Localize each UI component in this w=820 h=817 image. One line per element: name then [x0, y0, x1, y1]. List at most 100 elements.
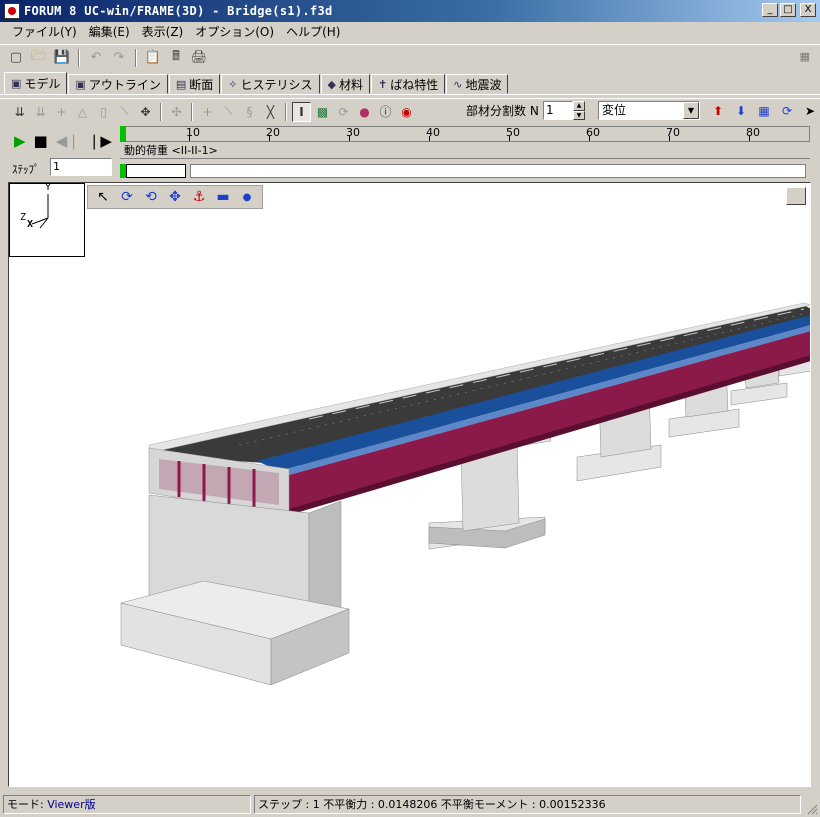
ruler-label: 30 [346, 126, 360, 139]
ruler-label: 10 [186, 126, 200, 139]
close-button[interactable]: X [800, 3, 816, 17]
progress-track [190, 164, 806, 178]
menu-edit[interactable]: 編集(E) [83, 23, 136, 40]
abutment [120, 494, 350, 686]
display-select[interactable]: 変位 ▼ [598, 101, 700, 120]
redo-icon[interactable]: ↷ [109, 48, 129, 68]
step-label: ｽﾃｯﾌﾟ [12, 163, 40, 176]
add-member-icon[interactable]: ⟍ [219, 102, 238, 122]
ruler-label: 80 [746, 126, 760, 139]
rotate-y-icon[interactable]: ⟲ [142, 189, 160, 205]
bridge-scene [120, 302, 810, 686]
pointer-icon[interactable]: ➤ [800, 101, 820, 121]
toolbar-menu-icon[interactable]: ▦ [800, 50, 810, 63]
section-view-icon[interactable]: I [292, 101, 311, 122]
status-bar: モード: Viewer版 ステップ : 1 不平衡力 : 0.0148206 不… [0, 792, 820, 817]
tab-outline[interactable]: ▣ アウトライン [68, 74, 168, 94]
load-case-label: 動的荷重 <II-II-1> [120, 143, 810, 159]
step-back-icon[interactable]: ◀❘ [56, 133, 80, 149]
spring-icon: ✝ [377, 77, 388, 91]
division-label: 部材分割数 N [466, 104, 539, 118]
menu-help[interactable]: ヘルプ(H) [280, 23, 346, 40]
pan-icon[interactable]: ✥ [166, 189, 184, 205]
tab-model[interactable]: ▣ モデル [4, 72, 68, 94]
timeline-marker[interactable] [120, 126, 126, 142]
record-icon[interactable]: ◉ [397, 102, 416, 122]
axis-y-label: Y [45, 182, 52, 193]
add-node-icon[interactable]: + [198, 102, 217, 122]
lock-icon[interactable]: ▯ [94, 102, 113, 122]
menu-options[interactable]: オプション(O) [189, 23, 280, 40]
menu-file[interactable]: ファイル(Y) [6, 23, 83, 40]
node-icon[interactable]: + [52, 102, 71, 122]
compare-icon[interactable]: ▦ [754, 101, 774, 121]
tab-strip: ▣ モデル ▣ アウトライン ▤ 断面 ✧ ヒステリシス ◆ 材料 ✝ ばね特性 ∿ 地震波 [4, 72, 509, 94]
new-file-icon[interactable]: ▢ [6, 48, 26, 68]
move-icon[interactable]: ✥ [136, 102, 155, 122]
ruler-label: 70 [666, 126, 680, 139]
undo-icon[interactable]: ↶ [86, 48, 106, 68]
member-icon[interactable]: ⟍ [115, 102, 134, 122]
toolbar-divider [285, 102, 287, 121]
result-tools: ⬆ ⬇ ▦ ⟳ ➤ [708, 101, 820, 121]
ruler-label: 20 [266, 126, 280, 139]
tab-spring[interactable]: ✝ ばね特性 [370, 74, 446, 94]
delete-member-icon[interactable]: ╳ [261, 102, 280, 122]
title-bar: FORUM 8 UC-win/FRAME(3D) - Bridge(s1).f3… [0, 0, 820, 22]
resize-grip-icon[interactable] [806, 803, 818, 815]
model-icon: ▣ [11, 77, 22, 90]
tab-section[interactable]: ▤ 断面 [168, 74, 221, 94]
ruler-label: 40 [426, 126, 440, 139]
section-icon: ▤ [175, 77, 187, 91]
rotate-x-icon[interactable]: ⟳ [118, 189, 136, 205]
material-icon: ◆ [327, 77, 336, 91]
tab-underline [0, 94, 820, 95]
spinner-down-icon[interactable]: ▼ [573, 110, 585, 120]
view-tools: ↖ ⟳ ⟲ ✥ ⚓ ▬ ● [87, 185, 263, 209]
tab-material[interactable]: ◆ 材料 [320, 74, 370, 94]
ruler-label: 50 [506, 126, 520, 139]
refresh-icon[interactable]: ⟳ [777, 101, 797, 121]
axis-x-label: X [27, 219, 34, 230]
mode-value: Viewer版 [47, 798, 96, 811]
color-icon[interactable]: ● [355, 102, 374, 122]
select-cursor-icon[interactable]: ↖ [94, 189, 112, 205]
tab-seismic-wave[interactable]: ∿ 地震波 [446, 74, 509, 94]
support-icon[interactable]: △ [73, 102, 92, 122]
print-preview-icon[interactable]: 🖨 [189, 48, 209, 68]
division-input[interactable]: 1 [543, 101, 573, 120]
view-options-icon[interactable] [786, 187, 806, 205]
export-up-icon[interactable]: ⬆ [708, 101, 728, 121]
open-folder-icon[interactable]: 🗁 [29, 48, 49, 68]
step-forward-icon[interactable]: ❘▶ [88, 133, 112, 149]
step-input[interactable]: 1 [50, 158, 112, 176]
fit-view-icon[interactable]: ▬ [214, 189, 232, 205]
3d-viewport[interactable]: Y Z X ↖ ⟳ ⟲ ✥ ⚓ ▬ ● [8, 182, 811, 787]
chevron-down-icon[interactable]: ▼ [683, 102, 699, 119]
spring-element-icon[interactable]: § [240, 102, 259, 122]
minimize-button[interactable]: _ [762, 3, 778, 17]
zoom-anchor-icon[interactable]: ⚓ [190, 189, 208, 205]
spring-node-icon[interactable]: ✣ [167, 102, 186, 122]
distributed-load-icon[interactable]: ⇊ [31, 102, 50, 122]
play-icon[interactable]: ▶ [14, 133, 26, 149]
report-icon[interactable]: 📋 [143, 48, 163, 68]
tab-hysteresis[interactable]: ✧ ヒステリシス [221, 74, 320, 94]
dot-icon[interactable]: ● [238, 192, 256, 203]
export-down-icon[interactable]: ⬇ [731, 101, 751, 121]
info-icon[interactable]: ⓘ [376, 102, 395, 122]
toolbar-divider [78, 48, 80, 67]
calculator-icon[interactable]: 🖩 [166, 48, 186, 68]
hysteresis-icon: ✧ [228, 77, 238, 91]
division-spinner[interactable]: ▲ ▼ [573, 101, 585, 120]
stop-icon[interactable]: ■ [34, 133, 48, 149]
menu-view[interactable]: 表示(Z) [136, 23, 190, 40]
timeline-ruler[interactable]: 10 20 30 40 50 60 70 80 [120, 126, 810, 142]
maximize-button[interactable]: □ [780, 3, 796, 17]
spinner-up-icon[interactable]: ▲ [573, 101, 585, 111]
mode-label: モード: [7, 798, 48, 811]
load-icon[interactable]: ⇊ [10, 102, 29, 122]
render-icon[interactable]: ▩ [313, 102, 332, 122]
save-icon[interactable]: 💾 [52, 48, 72, 68]
rotate-icon[interactable]: ⟳ [334, 102, 353, 122]
